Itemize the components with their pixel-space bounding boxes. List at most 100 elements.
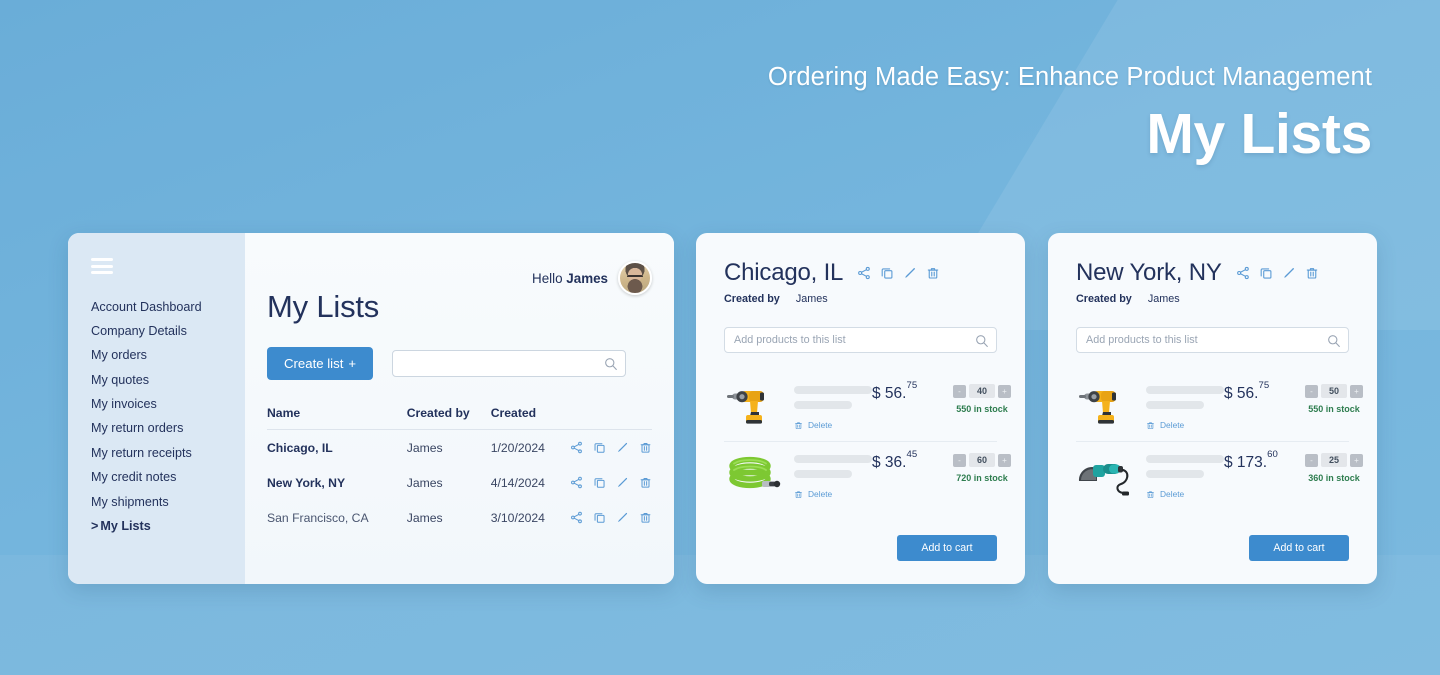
sidebar-item-my-invoices[interactable]: My invoices <box>68 392 245 416</box>
price-cents: 45 <box>906 448 918 460</box>
sidebar-item-label: My orders <box>91 348 147 363</box>
sidebar-item-my-return-orders[interactable]: My return orders <box>68 416 245 440</box>
product-name-placeholder <box>794 386 872 394</box>
sidebar-item-my-credit-notes[interactable]: My credit notes <box>68 465 245 489</box>
trash-icon[interactable] <box>794 490 803 499</box>
sidebar-item-account-dashboard[interactable]: Account Dashboard <box>68 294 245 318</box>
quantity-stepper[interactable]: - 25 + <box>1298 453 1370 467</box>
add-to-cart-button[interactable]: Add to cart <box>897 535 997 561</box>
copy-icon[interactable] <box>1259 266 1273 280</box>
sidebar-item-my-shipments[interactable]: My shipments <box>68 489 245 513</box>
add-to-cart-wrapper: Add to cart <box>897 535 997 561</box>
edit-pencil-icon[interactable] <box>616 476 629 489</box>
list-card-action-group <box>1236 266 1319 280</box>
share-icon[interactable] <box>570 476 583 489</box>
quantity-value[interactable]: 40 <box>969 384 995 398</box>
share-icon[interactable] <box>570 511 583 524</box>
share-icon[interactable] <box>1236 266 1250 280</box>
quantity-value[interactable]: 50 <box>1321 384 1347 398</box>
product-sku-placeholder <box>1146 470 1204 478</box>
sidebar-item-my-orders[interactable]: My orders <box>68 343 245 367</box>
greeting-prefix: Hello <box>532 270 567 286</box>
quantity-decrement-button[interactable]: - <box>953 453 966 467</box>
product-image-drill <box>727 391 764 424</box>
main-content-column: Hello James My Lists Create list + Name C… <box>245 233 674 584</box>
delete-product-button[interactable]: Delete <box>794 420 872 430</box>
quantity-decrement-button[interactable]: - <box>1305 453 1318 467</box>
table-row[interactable]: New York, NY James 4/14/2024 <box>267 465 652 500</box>
column-header-name: Name <box>267 406 407 430</box>
copy-icon[interactable] <box>880 266 894 280</box>
quantity-value[interactable]: 25 <box>1321 453 1347 467</box>
sidebar-item-my-return-receipts[interactable]: My return receipts <box>68 441 245 465</box>
sidebar-item-label: My shipments <box>91 494 169 509</box>
table-row[interactable]: San Francisco, CA James 3/10/2024 <box>267 500 652 535</box>
quantity-stepper[interactable]: - 60 + <box>946 453 1018 467</box>
trash-icon[interactable] <box>794 421 803 430</box>
list-card-header: New York, NY <box>1076 259 1349 287</box>
quantity-stepper[interactable]: - 40 + <box>946 384 1018 398</box>
quantity-value[interactable]: 60 <box>969 453 995 467</box>
edit-pencil-icon[interactable] <box>903 266 917 280</box>
create-list-button[interactable]: Create list + <box>267 347 374 380</box>
add-to-cart-button[interactable]: Add to cart <box>1249 535 1349 561</box>
copy-icon[interactable] <box>593 511 606 524</box>
quantity-increment-button[interactable]: + <box>1350 384 1363 398</box>
copy-icon[interactable] <box>593 441 606 454</box>
share-icon[interactable] <box>857 266 871 280</box>
product-price: $ 173.60 <box>1224 449 1298 472</box>
add-products-box[interactable] <box>1076 327 1349 353</box>
trash-icon[interactable] <box>1146 421 1155 430</box>
product-row: Delete $ 56.75 - 40 + 550 in stock <box>724 373 1011 441</box>
stock-status: 720 in stock <box>956 473 1008 483</box>
quantity-increment-button[interactable]: + <box>998 384 1011 398</box>
copy-icon[interactable] <box>593 476 606 489</box>
created-by-name: James <box>1147 293 1180 305</box>
trash-icon[interactable] <box>639 511 652 524</box>
delete-label: Delete <box>808 489 833 499</box>
avatar[interactable] <box>618 261 652 295</box>
trash-icon[interactable] <box>639 441 652 454</box>
sidebar-item-company-details[interactable]: Company Details <box>68 319 245 343</box>
list-card-title: Chicago, IL <box>724 259 844 286</box>
trash-icon[interactable] <box>1146 490 1155 499</box>
add-products-box[interactable] <box>724 327 997 353</box>
greeting-block: Hello James <box>532 261 652 295</box>
cell-created-date: 3/10/2024 <box>490 510 545 525</box>
chevron-right-icon: > <box>91 518 99 533</box>
quantity-decrement-button[interactable]: - <box>953 384 966 398</box>
add-products-input[interactable] <box>725 328 996 352</box>
delete-product-button[interactable]: Delete <box>1146 420 1224 430</box>
edit-pencil-icon[interactable] <box>616 441 629 454</box>
search-input[interactable] <box>393 351 626 376</box>
stock-status: 360 in stock <box>1308 473 1360 483</box>
search-box[interactable] <box>392 350 627 377</box>
product-price: $ 36.45 <box>872 448 946 472</box>
price-main: $ 56. <box>872 385 907 403</box>
trash-icon[interactable] <box>639 476 652 489</box>
product-sku-placeholder <box>794 401 852 409</box>
sidebar-item-my-lists[interactable]: > My Lists <box>68 514 245 538</box>
quantity-increment-button[interactable]: + <box>998 453 1011 467</box>
plus-icon: + <box>348 356 357 371</box>
quantity-increment-button[interactable]: + <box>1350 453 1363 467</box>
sidebar-item-my-quotes[interactable]: My quotes <box>68 367 245 391</box>
cell-created-date: 4/14/2024 <box>490 475 545 490</box>
hamburger-icon[interactable] <box>91 258 113 275</box>
trash-icon[interactable] <box>1305 266 1319 280</box>
edit-pencil-icon[interactable] <box>616 511 629 524</box>
delete-product-button[interactable]: Delete <box>794 489 872 499</box>
quantity-stepper[interactable]: - 50 + <box>1298 384 1370 398</box>
hero-title: My Lists <box>1146 101 1372 166</box>
edit-pencil-icon[interactable] <box>1282 266 1296 280</box>
quantity-decrement-button[interactable]: - <box>1305 384 1318 398</box>
created-by-label: Created by <box>1076 293 1132 305</box>
row-action-group <box>570 476 652 489</box>
share-icon[interactable] <box>570 441 583 454</box>
cell-created-by: James <box>406 440 443 455</box>
account-sidebar: Account Dashboard Company Details My order… <box>68 233 245 584</box>
table-row[interactable]: Chicago, IL James 1/20/2024 <box>267 430 652 466</box>
delete-product-button[interactable]: Delete <box>1146 489 1224 499</box>
add-products-input[interactable] <box>1077 328 1348 352</box>
trash-icon[interactable] <box>926 266 940 280</box>
